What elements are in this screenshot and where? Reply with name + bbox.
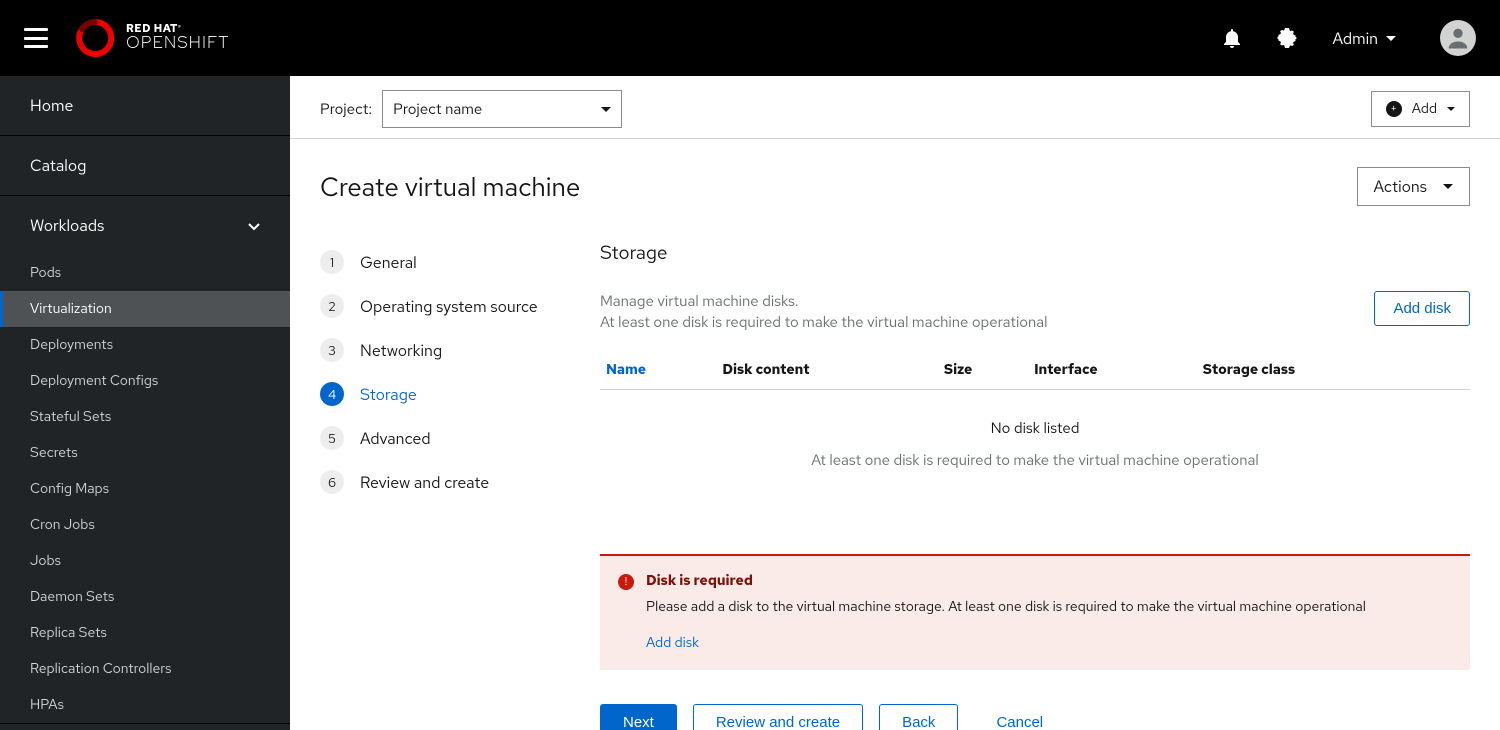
wizard-step-general[interactable]: 1General <box>320 240 550 284</box>
chevron-down-icon <box>1447 107 1455 111</box>
wizard-step-advanced[interactable]: 5Advanced <box>320 416 550 460</box>
section-heading: Storage <box>600 240 1470 265</box>
alert-disk-required: ! Disk is required Please add a disk to … <box>600 554 1470 670</box>
chevron-down-icon <box>1386 36 1396 41</box>
bell-icon[interactable] <box>1223 28 1241 48</box>
sidebar-item-config-maps[interactable]: Config Maps <box>0 471 290 507</box>
add-button[interactable]: + Add <box>1371 91 1470 127</box>
chevron-down-icon <box>601 107 611 112</box>
col-disk-content[interactable]: Disk content <box>716 353 938 390</box>
section-description: Manage virtual machine disks. At least o… <box>600 291 1048 333</box>
sidebar-item-cron-jobs[interactable]: Cron Jobs <box>0 507 290 543</box>
plus-circle-icon: + <box>1386 101 1402 117</box>
sidebar-item-home[interactable]: Home <box>0 76 290 135</box>
wizard-footer: Next Review and create Back Cancel <box>600 704 1470 730</box>
review-and-create-button[interactable]: Review and create <box>693 704 863 730</box>
sidebar-item-deployment-configs[interactable]: Deployment Configs <box>0 363 290 399</box>
wizard-steps: 1General 2Operating system source 3Netwo… <box>320 240 550 730</box>
user-label: Admin <box>1333 28 1378 49</box>
wizard-step-review[interactable]: 6Review and create <box>320 460 550 504</box>
sidebar-item-replica-sets[interactable]: Replica Sets <box>0 615 290 651</box>
sidebar-item-replication-controllers[interactable]: Replication Controllers <box>0 651 290 687</box>
brand-line2: OPENSHIFT <box>126 35 229 52</box>
sidebar-item-storage[interactable]: Storage <box>0 724 290 730</box>
brand-logo[interactable]: RED HAT® OPENSHIFT <box>76 19 229 57</box>
sidebar-item-daemon-sets[interactable]: Daemon Sets <box>0 579 290 615</box>
sidebar-item-secrets[interactable]: Secrets <box>0 435 290 471</box>
sidebar: Home Catalog Workloads Pods Virtualizati… <box>0 76 290 730</box>
sidebar-item-pods[interactable]: Pods <box>0 255 290 291</box>
chevron-down-icon <box>248 215 260 236</box>
exclamation-circle-icon: ! <box>618 574 634 590</box>
col-storage-class[interactable]: Storage class <box>1197 353 1430 390</box>
project-select[interactable]: Project name <box>382 90 622 128</box>
sidebar-item-workloads[interactable]: Workloads <box>0 196 290 255</box>
sidebar-item-virtualization[interactable]: Virtualization <box>0 291 290 327</box>
col-size[interactable]: Size <box>938 353 1028 390</box>
main-content: Project: Project name + Add Create virtu… <box>290 76 1500 730</box>
add-disk-button[interactable]: Add disk <box>1374 291 1470 326</box>
empty-state: No disk listed At least one disk is requ… <box>600 390 1470 498</box>
sidebar-item-jobs[interactable]: Jobs <box>0 543 290 579</box>
project-label: Project: <box>320 99 372 119</box>
redhat-logo-icon <box>76 19 114 57</box>
sidebar-item-stateful-sets[interactable]: Stateful Sets <box>0 399 290 435</box>
col-interface[interactable]: Interface <box>1028 353 1197 390</box>
page-title: Create virtual machine <box>320 170 580 204</box>
next-button[interactable]: Next <box>600 704 677 730</box>
col-name[interactable]: Name <box>600 353 716 390</box>
wizard-step-networking[interactable]: 3Networking <box>320 328 550 372</box>
actions-button[interactable]: Actions <box>1357 167 1471 206</box>
alert-message: Please add a disk to the virtual machine… <box>646 598 1366 616</box>
wizard-step-os-source[interactable]: 2Operating system source <box>320 284 550 328</box>
alert-add-disk-link[interactable]: Add disk <box>646 634 1366 652</box>
hamburger-menu-icon[interactable] <box>24 28 48 48</box>
chevron-down-icon <box>1443 184 1453 189</box>
wizard-step-storage[interactable]: 4Storage <box>320 372 550 416</box>
disks-table: Name Disk content Size Interface Storage… <box>600 353 1470 498</box>
sidebar-item-catalog[interactable]: Catalog <box>0 136 290 195</box>
user-menu[interactable]: Admin <box>1333 28 1396 49</box>
gear-icon[interactable] <box>1277 28 1297 48</box>
sidebar-item-deployments[interactable]: Deployments <box>0 327 290 363</box>
alert-title: Disk is required <box>646 572 1366 590</box>
avatar[interactable] <box>1440 20 1476 56</box>
back-button[interactable]: Back <box>879 704 958 730</box>
project-bar: Project: Project name + Add <box>290 76 1500 139</box>
cancel-button[interactable]: Cancel <box>974 705 1065 730</box>
sidebar-item-hpas[interactable]: HPAs <box>0 687 290 723</box>
top-bar: RED HAT® OPENSHIFT Admin <box>0 0 1500 76</box>
